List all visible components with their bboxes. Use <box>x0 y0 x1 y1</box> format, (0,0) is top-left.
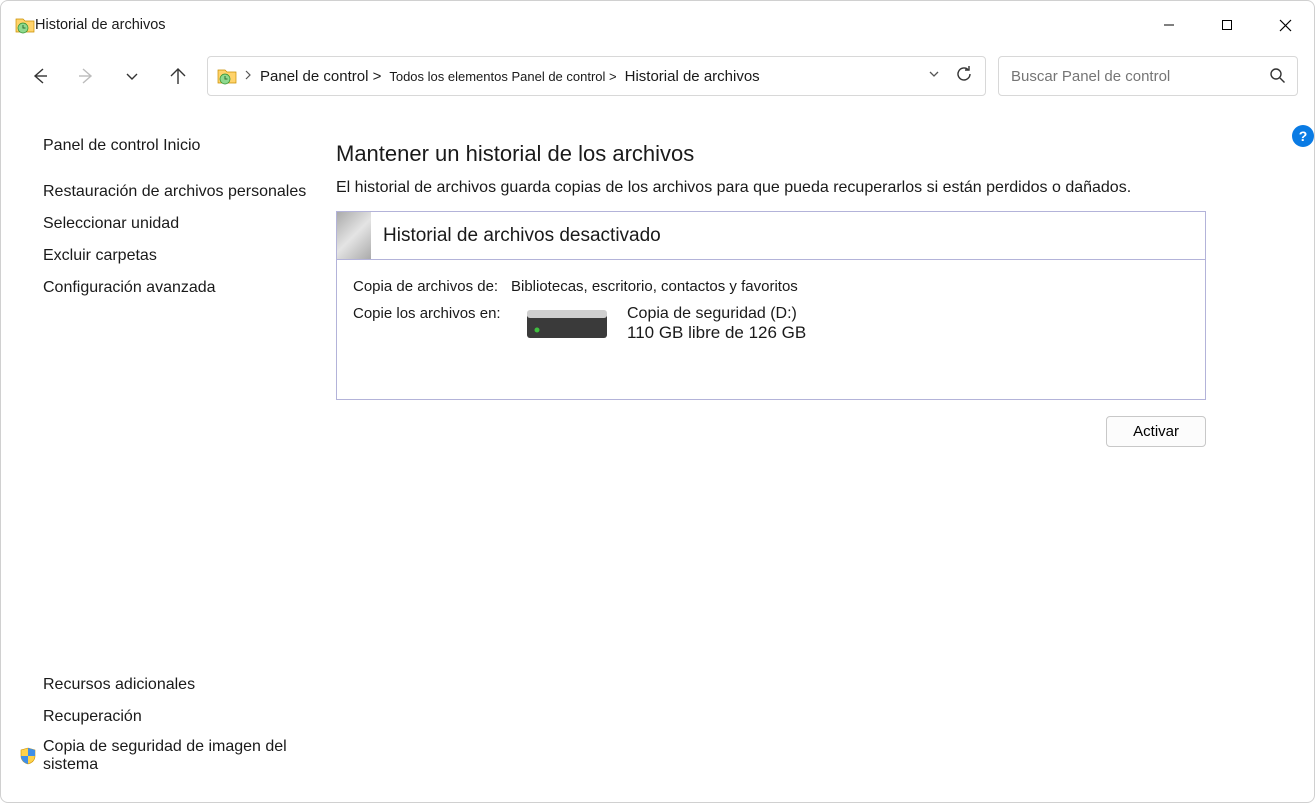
chevron-down-icon[interactable] <box>927 67 941 85</box>
minimize-button[interactable] <box>1140 1 1198 49</box>
window: Historial de archivos <box>0 0 1315 803</box>
breadcrumb-segment-2[interactable]: Todos los elementos Panel de control > <box>387 69 618 84</box>
copy-to-label: Copie los archivos en: <box>353 305 501 322</box>
forward-button[interactable] <box>69 59 103 93</box>
sidebar-footer-system-image[interactable]: Copia de seguridad de imagen del sistema <box>43 738 336 774</box>
copy-from-label: Copia de archivos de: <box>353 278 501 295</box>
sidebar-footer-system-image-label: Copia de seguridad de imagen del sistema <box>43 738 336 774</box>
maximize-button[interactable] <box>1198 1 1256 49</box>
drive-icon <box>525 305 609 349</box>
search-icon[interactable] <box>1269 67 1287 85</box>
search-input[interactable] <box>1009 67 1269 86</box>
chevron-right-icon[interactable] <box>242 70 254 83</box>
breadcrumb-segment-3[interactable]: Historial de archivos <box>623 68 762 85</box>
window-title: Historial de archivos <box>35 17 166 33</box>
window-controls <box>1140 1 1314 49</box>
back-button[interactable] <box>23 59 57 93</box>
sidebar-footer-recovery[interactable]: Recuperación <box>43 708 336 726</box>
sidebar-home-link[interactable]: Panel de control Inicio <box>43 137 336 155</box>
file-history-icon <box>15 15 35 35</box>
breadcrumb-segment-1[interactable]: Panel de control > <box>258 68 383 85</box>
status-header: Historial de archivos desactivado <box>337 212 1205 260</box>
sidebar-link-exclude-folders[interactable]: Excluir carpetas <box>43 247 336 265</box>
address-bar[interactable]: Panel de control > Todos los elementos P… <box>207 56 986 96</box>
drive-mid: libre de <box>683 323 748 342</box>
page-heading: Mantener un historial de los archivos <box>336 141 1214 167</box>
sidebar: Panel de control Inicio Restauración de … <box>1 103 336 802</box>
sidebar-footer-recovery-label: Recuperación <box>43 708 142 726</box>
sidebar-link-advanced[interactable]: Configuración avanzada <box>43 279 336 297</box>
status-indicator-icon <box>337 212 371 259</box>
refresh-button[interactable] <box>949 65 979 87</box>
sidebar-link-select-drive[interactable]: Seleccionar unidad <box>43 215 336 233</box>
address-icon <box>216 65 238 87</box>
drive-total: 126 GB <box>749 323 807 342</box>
status-box: Historial de archivos desactivado Copia … <box>336 211 1206 400</box>
drive-name: Copia de seguridad (D:) <box>627 305 806 323</box>
page-subtitle: El historial de archivos guarda copias d… <box>336 179 1214 197</box>
copy-from-value: Bibliotecas, escritorio, contactos y fav… <box>511 278 798 295</box>
status-body: Copia de archivos de: Bibliotecas, escri… <box>337 260 1205 399</box>
search-box[interactable] <box>998 56 1298 96</box>
drive-info: Copia de seguridad (D:) 110 GB libre de … <box>627 305 806 349</box>
sidebar-footer-heading: Recursos adicionales <box>43 676 336 694</box>
sidebar-link-restore[interactable]: Restauración de archivos personales <box>43 183 336 201</box>
drive-space: 110 GB libre de 126 GB <box>627 323 806 343</box>
status-title: Historial de archivos desactivado <box>371 225 661 247</box>
drive-row: Copia de seguridad (D:) 110 GB libre de … <box>511 305 806 349</box>
drive-free: 110 GB <box>627 323 683 342</box>
shield-icon <box>19 747 37 765</box>
activate-row: Activar <box>336 416 1206 447</box>
titlebar: Historial de archivos <box>1 1 1314 49</box>
close-button[interactable] <box>1256 1 1314 49</box>
recent-dropdown[interactable] <box>115 59 149 93</box>
main-content: Mantener un historial de los archivos El… <box>336 103 1314 802</box>
toolbar: Panel de control > Todos los elementos P… <box>1 49 1314 103</box>
activate-button[interactable]: Activar <box>1106 416 1206 447</box>
up-button[interactable] <box>161 59 195 93</box>
body: ? Panel de control Inicio Restauración d… <box>1 103 1314 802</box>
